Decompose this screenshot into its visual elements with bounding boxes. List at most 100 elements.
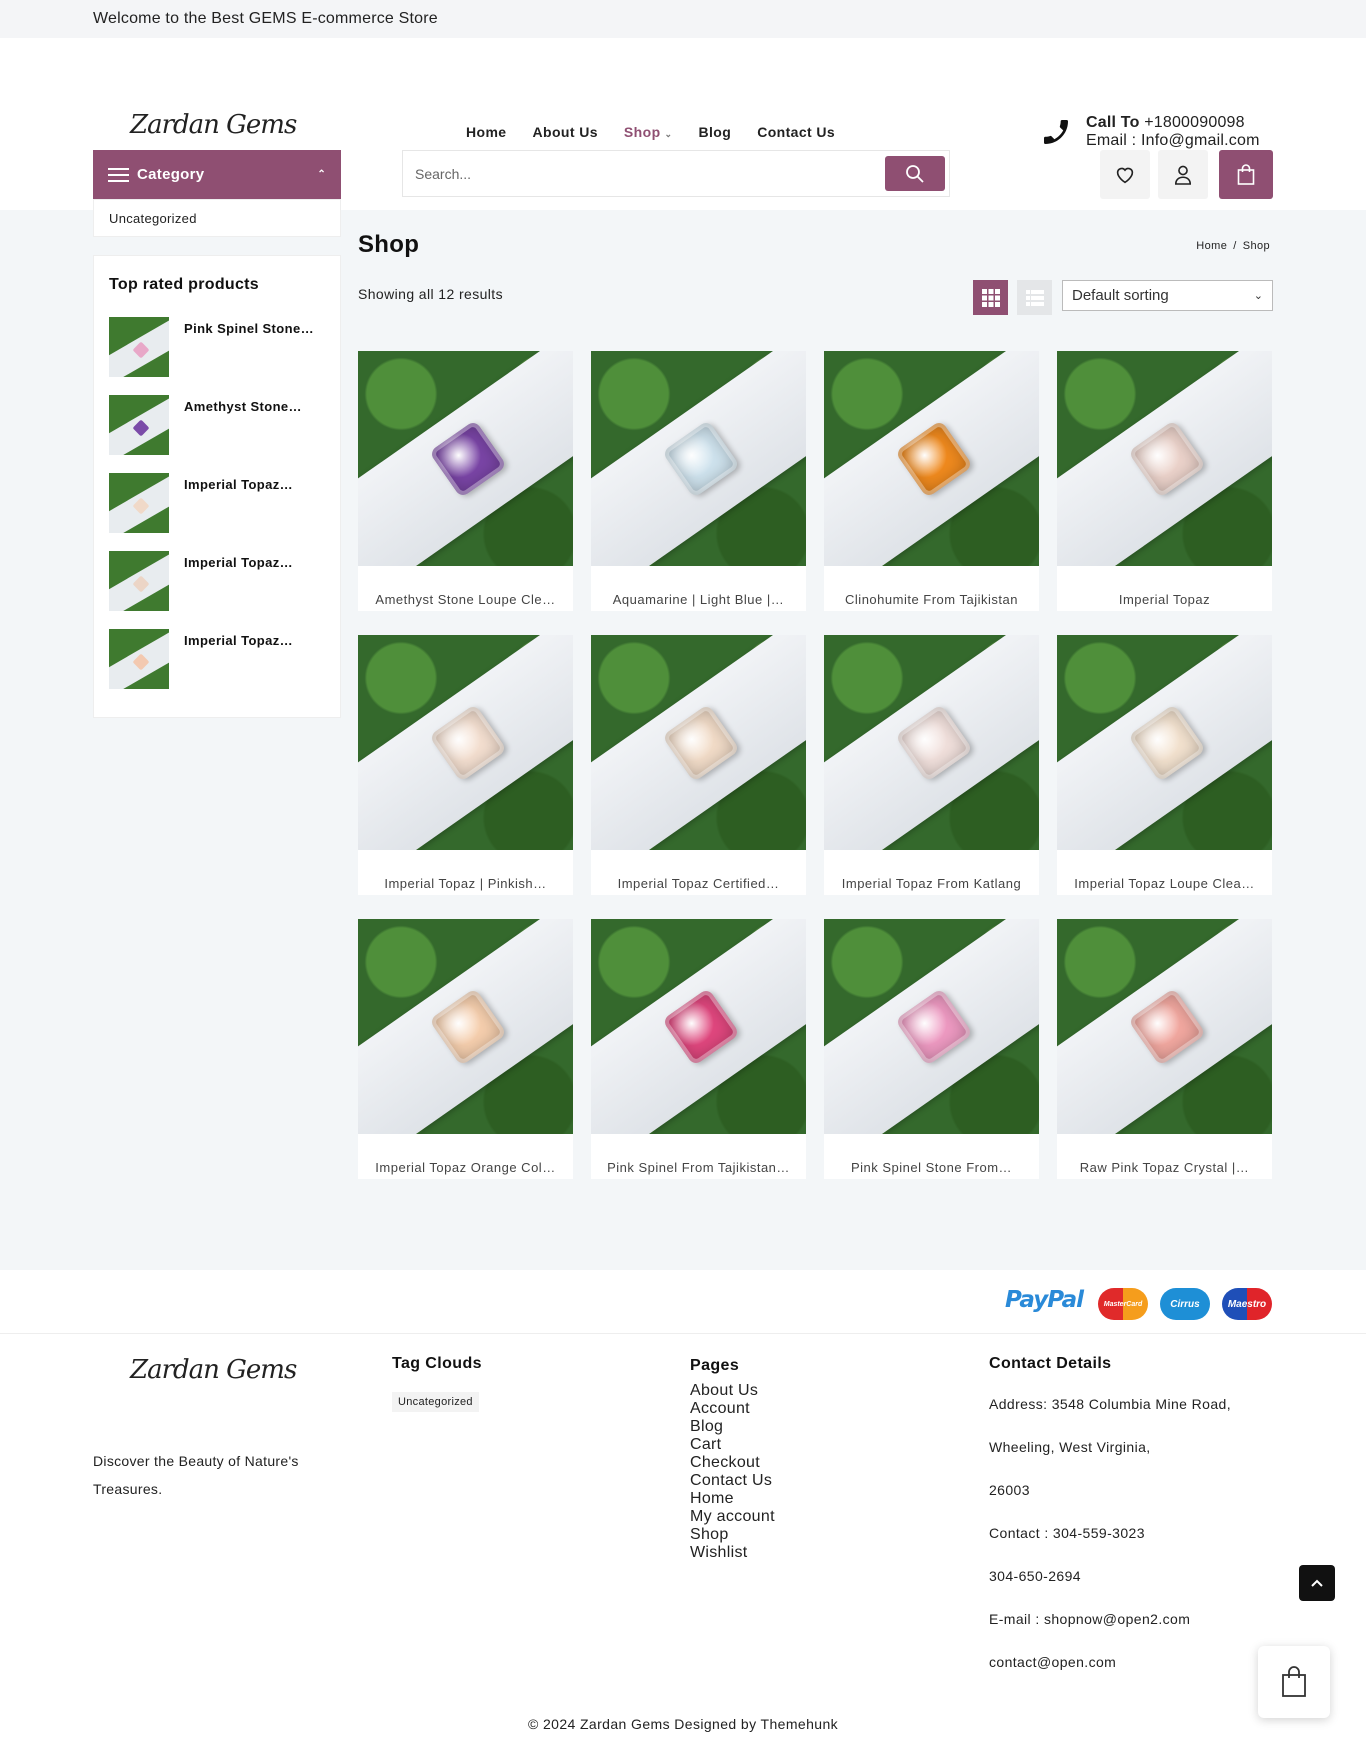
product-card[interactable]: Pink Spinel From Tajikistan… [591,919,806,1179]
contact-email-1: E-mail : shopnow@open2.com [989,1611,1191,1627]
top-rated-item[interactable]: Amethyst Stone… [109,395,302,455]
site-logo[interactable]: Zardan Gems [130,110,297,140]
email-label: Email : [1086,132,1137,149]
top-rated-item[interactable]: Imperial Topaz… [109,473,293,533]
product-thumbnail [109,395,169,455]
footer-link-home[interactable]: Home [690,1490,775,1508]
top-rated-item[interactable]: Imperial Topaz… [109,629,293,689]
wishlist-button[interactable] [1100,150,1150,199]
top-rated-item[interactable]: Pink Spinel Stone… [109,317,314,377]
pages-title: Pages [690,1357,740,1374]
product-title[interactable]: Pink Spinel Stone From… [824,1160,1039,1175]
product-title[interactable]: Imperial Topaz | Pinkish… [358,876,573,891]
grid-view-button[interactable] [973,280,1008,315]
product-card[interactable]: Imperial Topaz Certified… [591,635,806,895]
contact-address-line: Address: 3548 Columbia Mine Road, [989,1396,1231,1412]
top-rated-item-name[interactable]: Imperial Topaz… [184,477,293,533]
scroll-to-top-button[interactable] [1299,1565,1335,1601]
cart-button[interactable] [1219,150,1273,199]
product-title[interactable]: Imperial Topaz Certified… [591,876,806,891]
shopping-bag-icon [1282,1666,1306,1697]
footer-link-account[interactable]: Account [690,1400,775,1418]
list-icon [1025,289,1044,306]
tag-uncategorized[interactable]: Uncategorized [392,1392,479,1412]
product-title[interactable]: Amethyst Stone Loupe Cle… [358,592,573,607]
product-image[interactable] [824,635,1039,850]
email-address[interactable]: Info@gmail.com [1141,132,1260,149]
product-image[interactable] [824,919,1039,1134]
category-item-uncategorized[interactable]: Uncategorized [93,199,341,237]
product-image[interactable] [824,351,1039,566]
footer-link-cart[interactable]: Cart [690,1436,775,1454]
product-title[interactable]: Imperial Topaz Loupe Clea… [1057,876,1272,891]
product-image[interactable] [358,919,573,1134]
nav-shop[interactable]: Shop ⌄ [624,124,673,140]
search-icon [906,164,924,183]
footer-link-my-account[interactable]: My account [690,1508,775,1526]
footer-link-about-us[interactable]: About Us [690,1382,775,1400]
product-title[interactable]: Imperial Topaz Orange Col… [358,1160,573,1175]
search-input[interactable] [403,165,885,182]
top-rated-item[interactable]: Imperial Topaz… [109,551,293,611]
breadcrumb-home[interactable]: Home [1196,240,1227,252]
footer-link-contact-us[interactable]: Contact Us [690,1472,775,1490]
footer-link-shop[interactable]: Shop [690,1526,775,1544]
product-card[interactable]: Imperial Topaz | Pinkish… [358,635,573,895]
nav-shop-label: Shop [623,124,661,140]
nav-blog[interactable]: Blog [698,124,731,140]
product-card[interactable]: Pink Spinel Stone From… [824,919,1039,1179]
list-view-button[interactable] [1017,280,1052,315]
product-title[interactable]: Raw Pink Topaz Crystal |… [1057,1160,1272,1175]
product-title[interactable]: Clinohumite From Tajikistan [824,592,1039,607]
breadcrumb-separator: / [1233,240,1237,252]
product-card[interactable]: Imperial Topaz Loupe Clea… [1057,635,1272,895]
product-image[interactable] [591,351,806,566]
category-toggle-button[interactable]: Category ⌃ [93,150,341,199]
search-button[interactable] [885,156,945,191]
top-rated-item-name[interactable]: Imperial Topaz… [184,555,293,611]
footer-link-wishlist[interactable]: Wishlist [690,1544,775,1562]
user-icon [1174,165,1192,185]
top-rated-item-name[interactable]: Imperial Topaz… [184,633,293,689]
product-card[interactable]: Imperial Topaz From Katlang [824,635,1039,895]
top-rated-item-name[interactable]: Pink Spinel Stone… [184,321,314,377]
nav-about-us[interactable]: About Us [533,124,598,140]
menu-icon [108,167,129,182]
product-card[interactable]: Imperial Topaz [1057,351,1272,611]
product-title[interactable]: Aquamarine | Light Blue |… [591,592,806,607]
product-card[interactable]: Clinohumite From Tajikistan [824,351,1039,611]
gem-thumb-0 [132,341,150,359]
product-image[interactable] [591,919,806,1134]
product-title[interactable]: Imperial Topaz [1057,592,1272,607]
footer-link-checkout[interactable]: Checkout [690,1454,775,1472]
product-title[interactable]: Imperial Topaz From Katlang [824,876,1039,891]
product-image[interactable] [591,635,806,850]
product-card[interactable]: Imperial Topaz Orange Col… [358,919,573,1179]
product-image[interactable] [358,351,573,566]
product-image[interactable] [1057,635,1272,850]
product-card[interactable]: Raw Pink Topaz Crystal |… [1057,919,1272,1179]
breadcrumb-current: Shop [1242,240,1270,252]
top-rated-item-name[interactable]: Amethyst Stone… [184,399,302,455]
product-image[interactable] [358,635,573,850]
gem-thumb-2 [132,497,150,515]
floating-cart-button[interactable] [1258,1646,1330,1718]
call-number[interactable]: +1800090098 [1144,114,1245,131]
product-title[interactable]: Pink Spinel From Tajikistan… [591,1160,806,1175]
contact-email-2: contact@open.com [989,1654,1117,1670]
chevron-up-icon: ⌃ [317,169,326,180]
product-image[interactable] [1057,919,1272,1134]
product-image[interactable] [1057,351,1272,566]
account-button[interactable] [1158,150,1208,199]
nav-home[interactable]: Home [466,124,507,140]
mastercard-text: MasterCard [1103,1300,1143,1308]
sorting-select[interactable]: Default sorting ⌄ [1062,280,1273,311]
footer-link-blog[interactable]: Blog [690,1418,775,1436]
footer-pages-list: About Us Account Blog Cart Checkout Cont… [690,1382,775,1562]
product-card[interactable]: Aquamarine | Light Blue |… [591,351,806,611]
chevron-down-icon: ⌄ [1253,290,1263,302]
footer-logo[interactable]: Zardan Gems [130,1355,297,1385]
product-card[interactable]: Amethyst Stone Loupe Cle… [358,351,573,611]
top-rated-products-widget: Top rated products Pink Spinel Stone… Am… [93,255,341,718]
nav-contact-us[interactable]: Contact Us [757,124,835,140]
